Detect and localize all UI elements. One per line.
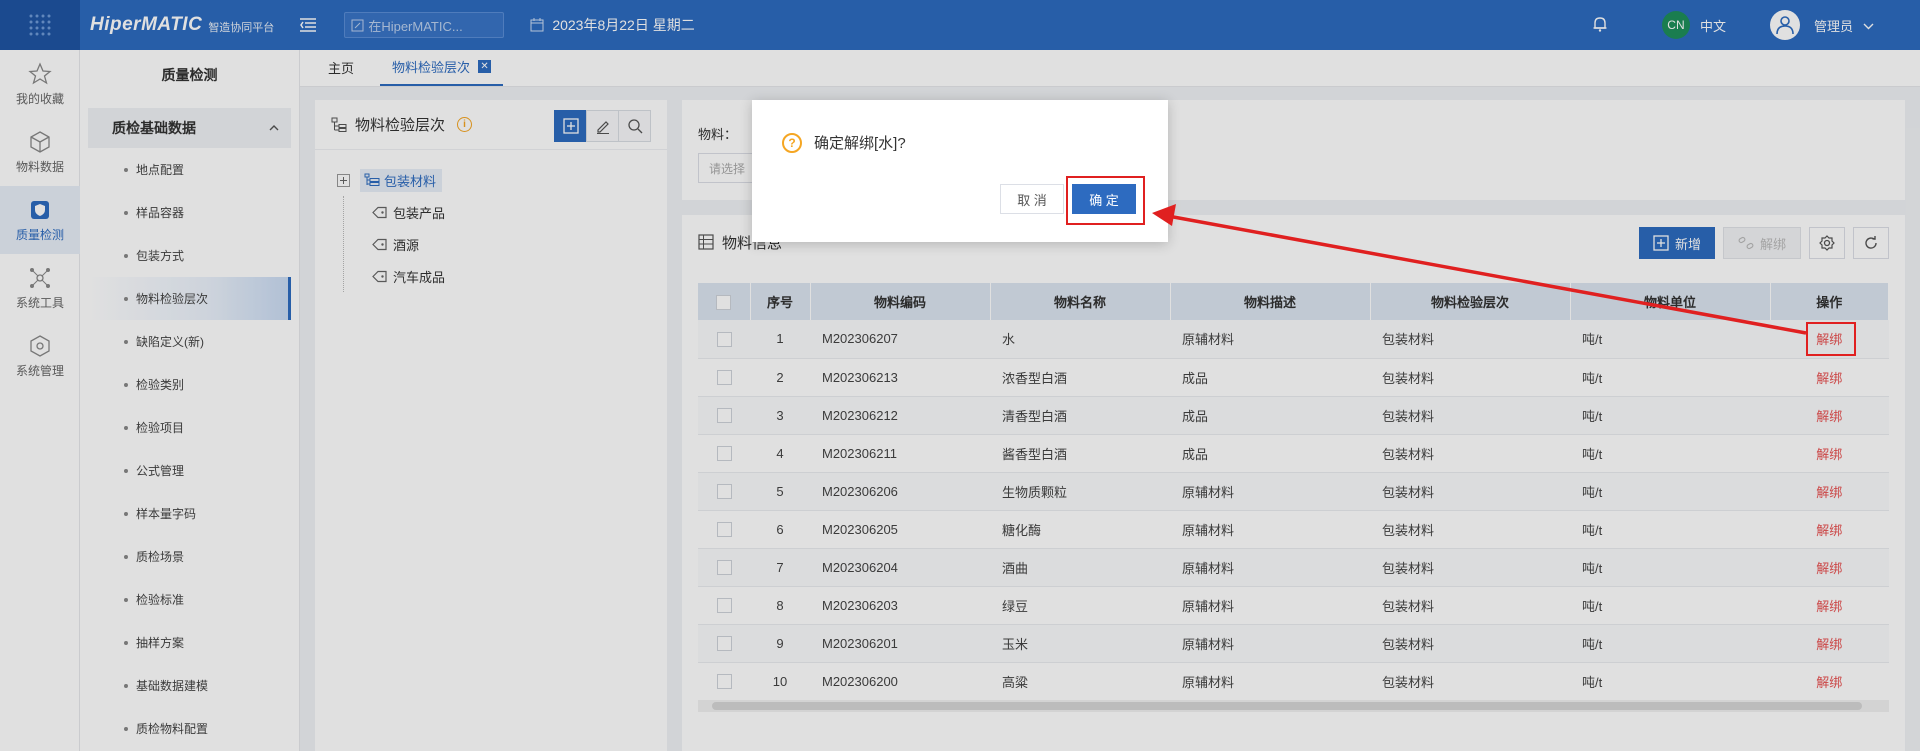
question-icon: ? [782, 132, 802, 153]
dialog-message: 确定解绑[水]? [814, 135, 906, 152]
highlight-box-confirm [1066, 176, 1145, 225]
cancel-button[interactable]: 取 消 [1000, 184, 1064, 214]
highlight-box-unbind-row1 [1806, 322, 1856, 356]
